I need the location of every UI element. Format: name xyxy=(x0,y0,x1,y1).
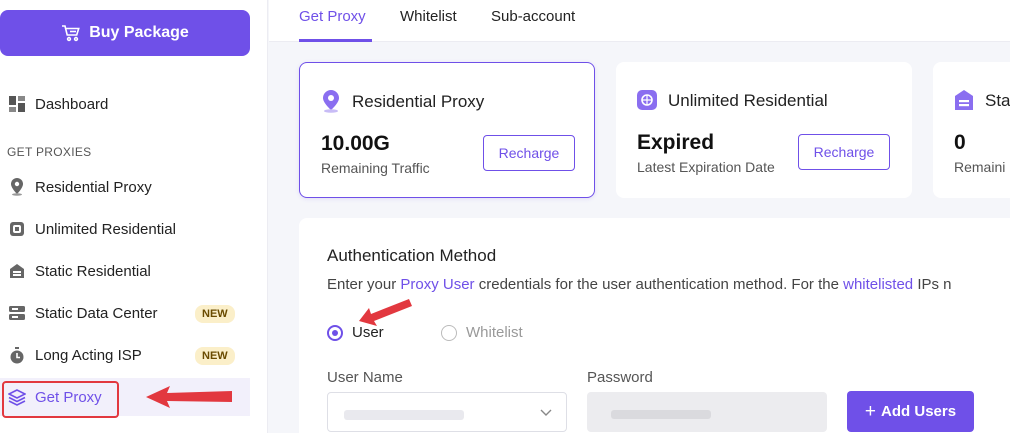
server-icon xyxy=(8,304,26,322)
card-title: Sta xyxy=(985,91,1010,110)
stopwatch-icon xyxy=(8,346,26,364)
residential-proxy-card[interactable]: Residential Proxy 10.00G Remaining Traff… xyxy=(299,62,595,198)
sidebar-item-residential-proxy[interactable]: Residential Proxy xyxy=(0,168,250,206)
buy-package-label: Buy Package xyxy=(89,24,189,41)
password-field[interactable] xyxy=(587,392,827,432)
tab-bar: Get Proxy Whitelist Sub-account xyxy=(269,0,1010,42)
sidebar-item-label: Unlimited Residential xyxy=(35,220,176,238)
sidebar-item-static-residential[interactable]: Static Residential xyxy=(0,252,250,290)
sidebar-item-get-proxy[interactable]: Get Proxy xyxy=(0,378,250,416)
sidebar-item-label: Static Data Center xyxy=(35,304,158,322)
annotation-arrow-icon xyxy=(359,299,412,326)
card-subtitle: Remaini xyxy=(954,159,1006,175)
card-title: Unlimited Residential xyxy=(668,91,828,110)
authentication-panel: Authentication Method Enter your Proxy U… xyxy=(299,218,1010,433)
sidebar-item-long-acting-isp[interactable]: Long Acting ISP NEW xyxy=(0,336,250,374)
sidebar-item-label: Residential Proxy xyxy=(35,178,152,196)
auth-desc-text: IPs n xyxy=(913,276,952,293)
username-select[interactable] xyxy=(327,392,567,432)
radio-checked-icon xyxy=(327,324,343,341)
auth-desc-text: Enter your xyxy=(327,276,401,293)
sidebar-item-label: Long Acting ISP xyxy=(35,346,142,364)
card-subtitle: Remaining Traffic xyxy=(321,160,430,176)
buy-package-button[interactable]: Buy Package xyxy=(0,10,250,56)
radio-whitelist[interactable]: Whitelist xyxy=(441,324,523,341)
chip-icon xyxy=(637,90,657,110)
card-value: Expired xyxy=(637,131,715,154)
house-icon xyxy=(955,90,973,110)
sidebar-item-static-data-center[interactable]: Static Data Center NEW xyxy=(0,294,250,332)
add-users-label: Add Users xyxy=(881,403,957,420)
auth-description: Enter your Proxy User credentials for th… xyxy=(327,276,952,293)
layers-icon xyxy=(8,388,26,406)
add-users-button[interactable]: + Add Users xyxy=(847,391,974,432)
radio-unchecked-icon xyxy=(441,324,457,341)
radio-user[interactable]: User xyxy=(327,324,384,341)
new-badge: NEW xyxy=(195,347,235,365)
proxy-user-link[interactable]: Proxy User xyxy=(400,276,474,293)
whitelisted-link[interactable]: whitelisted xyxy=(843,276,913,293)
username-label: User Name xyxy=(327,369,403,386)
tab-sub-account[interactable]: Sub-account xyxy=(491,8,575,25)
recharge-button[interactable]: Recharge xyxy=(483,135,575,171)
auth-desc-text: credentials for the user authentication … xyxy=(474,276,844,293)
auth-title: Authentication Method xyxy=(327,246,497,265)
dashboard-icon xyxy=(8,95,26,113)
house-icon xyxy=(8,262,26,280)
tab-get-proxy[interactable]: Get Proxy xyxy=(299,8,366,25)
card-title: Residential Proxy xyxy=(352,92,485,111)
static-residential-card[interactable]: Sta 0 Remaini xyxy=(933,62,1010,198)
active-tab-indicator xyxy=(299,39,372,42)
location-pin-icon xyxy=(323,90,339,113)
sidebar-item-dashboard[interactable]: Dashboard xyxy=(0,85,250,123)
section-title-get-proxies: GET PROXIES xyxy=(7,145,92,159)
cart-icon xyxy=(62,25,80,42)
chevron-down-icon xyxy=(540,409,552,416)
sidebar-item-label: Dashboard xyxy=(35,95,109,113)
radio-label: User xyxy=(352,324,384,341)
sidebar-item-label: Get Proxy xyxy=(35,388,102,406)
card-value: 0 xyxy=(954,131,966,154)
redacted-value xyxy=(344,410,464,420)
card-subtitle: Latest Expiration Date xyxy=(637,159,775,175)
sidebar-item-unlimited-residential[interactable]: Unlimited Residential xyxy=(0,210,250,248)
radio-label: Whitelist xyxy=(466,324,523,341)
new-badge: NEW xyxy=(195,305,235,323)
card-value: 10.00G xyxy=(321,132,390,155)
chip-icon xyxy=(8,220,26,238)
sidebar-item-label: Static Residential xyxy=(35,262,151,280)
recharge-button[interactable]: Recharge xyxy=(798,134,890,170)
plus-icon: + xyxy=(864,400,877,422)
sidebar: Buy Package Dashboard GET PROXIES Reside… xyxy=(0,0,268,433)
location-pin-icon xyxy=(8,178,26,196)
tab-whitelist[interactable]: Whitelist xyxy=(400,8,457,25)
unlimited-residential-card[interactable]: Unlimited Residential Expired Latest Exp… xyxy=(616,62,912,198)
password-label: Password xyxy=(587,369,653,386)
redacted-value xyxy=(611,410,711,419)
